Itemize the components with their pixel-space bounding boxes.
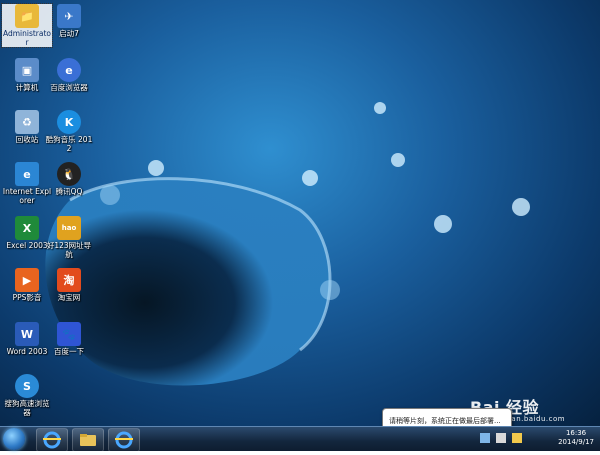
- baidu-paw-icon: 🐾: [57, 322, 81, 346]
- ie-icon: [115, 431, 133, 449]
- network-icon[interactable]: [480, 433, 490, 443]
- desktop: 📁 Administrator ▣ 计算机 ♻ 回收站 e Internet E…: [0, 0, 600, 426]
- excel-icon: X: [15, 216, 39, 240]
- ie-icon: e: [15, 162, 39, 186]
- taobao-icon: 淘: [57, 268, 81, 292]
- droplet: [148, 160, 164, 176]
- droplet: [434, 215, 452, 233]
- desktop-icon-hao123[interactable]: hao 好123网址导航: [44, 216, 94, 259]
- volume-icon[interactable]: [496, 433, 506, 443]
- clock[interactable]: 16:36 2014/9/17: [558, 429, 594, 447]
- system-tray: [480, 433, 540, 445]
- taskbar-item-ie[interactable]: [36, 428, 68, 452]
- bird-icon: ✈: [57, 4, 81, 28]
- taskbar-item-ie2[interactable]: [108, 428, 140, 452]
- folder-icon: [80, 434, 96, 446]
- recycle-bin-icon: ♻: [15, 110, 39, 134]
- ie-icon: [43, 431, 61, 449]
- desktop-icon-start7[interactable]: ✈ 启动7: [44, 4, 94, 38]
- desktop-icon-baidu-browser[interactable]: e 百度浏览器: [44, 58, 94, 92]
- droplet: [512, 198, 530, 216]
- word-icon: W: [15, 322, 39, 346]
- pps-icon: ▶: [15, 268, 39, 292]
- notification-text: 请稍等片刻，系统正在做最后部署...: [389, 417, 501, 425]
- kugou-icon: K: [57, 110, 81, 134]
- hao123-icon: hao: [57, 216, 81, 240]
- taskbar: 16:36 2014/9/17: [0, 426, 600, 452]
- taskbar-item-explorer[interactable]: [72, 428, 104, 452]
- folder-icon: 📁: [15, 4, 39, 28]
- qq-penguin-icon: 🐧: [57, 162, 81, 186]
- droplet: [374, 102, 386, 114]
- desktop-icon-taobao[interactable]: 淘 淘宝网: [44, 268, 94, 302]
- desktop-icon-qq[interactable]: 🐧 腾讯QQ: [44, 162, 94, 196]
- computer-icon: ▣: [15, 58, 39, 82]
- baidu-browser-icon: e: [57, 58, 81, 82]
- droplet: [302, 170, 318, 186]
- desktop-icon-kugou[interactable]: K 酷狗音乐 2012: [44, 110, 94, 153]
- start-button[interactable]: [3, 428, 25, 450]
- droplet: [391, 153, 405, 167]
- desktop-icon-sogou[interactable]: S 搜狗高速浏览器: [2, 374, 52, 417]
- flag-icon[interactable]: [512, 433, 522, 443]
- desktop-icon-baidu[interactable]: 🐾 百度一下: [44, 322, 94, 356]
- sogou-icon: S: [15, 374, 39, 398]
